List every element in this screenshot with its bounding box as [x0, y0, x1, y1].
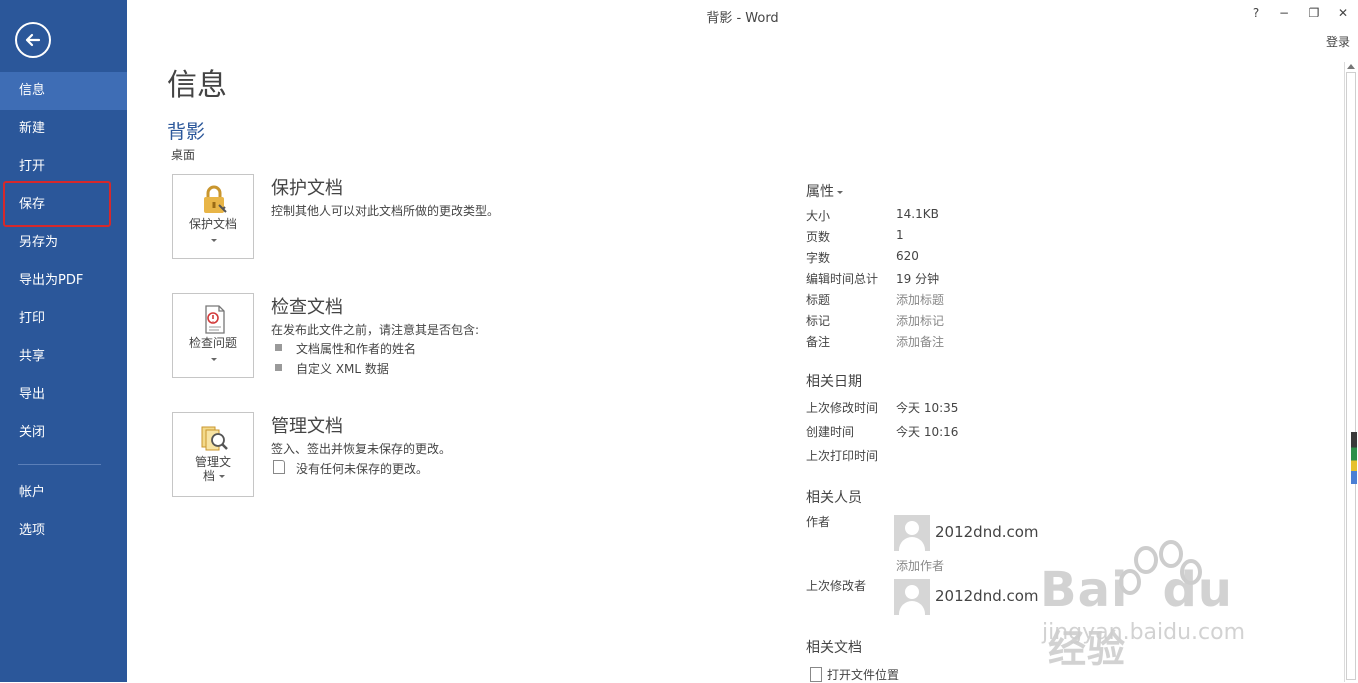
back-arrow-icon [25, 33, 41, 47]
prop-value-pages: 1 [896, 228, 904, 242]
date-value-modified: 今天 10:35 [896, 401, 959, 415]
check-issues-tile-label: 检查问题 [188, 336, 237, 350]
prop-label-pages: 页数 [806, 230, 831, 244]
author-avatar [894, 515, 930, 551]
date-label-printed: 上次打印时间 [806, 449, 879, 463]
manage-note: 没有任何未保存的更改。 [296, 462, 429, 476]
manage-versions-icon [201, 426, 228, 451]
last-modified-by-avatar [894, 579, 930, 615]
page-title: 信息 [167, 68, 227, 103]
check-issues-button[interactable]: 检查问题 [172, 293, 254, 378]
add-comments-field[interactable]: 添加备注 [896, 333, 944, 350]
nav-item-info[interactable]: 信息 [0, 72, 127, 110]
properties-heading: 属性 [806, 184, 834, 200]
manage-section-title: 管理文档 [271, 416, 343, 437]
manage-tile-label-line2: 档 [202, 469, 215, 483]
manage-tile-label-line1: 管理文 [194, 455, 231, 469]
author-name[interactable]: 2012dnd.com [935, 523, 1039, 541]
watermark-brand-part1: Bai [1040, 562, 1129, 618]
protect-document-button[interactable]: 保护文档 [172, 174, 254, 259]
nav-item-export-pdf[interactable]: 导出为PDF [0, 262, 127, 300]
vertical-scrollbar[interactable] [1344, 62, 1357, 682]
related-people-heading: 相关人员 [806, 490, 862, 506]
nav-divider [18, 464, 101, 465]
manage-section-desc: 签入、签出并恢复未保存的更改。 [271, 442, 452, 456]
chevron-down-icon [837, 190, 843, 194]
restore-button[interactable]: ❐ [1303, 3, 1325, 23]
protect-section-title: 保护文档 [271, 178, 343, 199]
add-tags-field[interactable]: 添加标记 [896, 312, 944, 329]
add-title-field[interactable]: 添加标题 [896, 291, 944, 308]
date-label-created: 创建时间 [806, 425, 855, 439]
nav-item-new[interactable]: 新建 [0, 110, 127, 148]
properties-dropdown[interactable]: 属性 [806, 181, 843, 201]
last-modified-by-label: 上次修改者 [806, 579, 867, 593]
watermark-brand-part2: du [1162, 562, 1233, 618]
nav-item-share[interactable]: 共享 [0, 338, 127, 376]
inspect-document-icon [205, 305, 225, 334]
date-value-created: 今天 10:16 [896, 425, 959, 439]
prop-label-comments: 备注 [806, 335, 831, 349]
inspect-bullet-1: 文档属性和作者的姓名 [296, 342, 417, 356]
nav-item-save-as[interactable]: 另存为 [0, 224, 127, 262]
nav-item-account[interactable]: 帐户 [0, 474, 127, 512]
unsaved-doc-icon [273, 460, 285, 474]
related-dates-heading: 相关日期 [806, 374, 862, 390]
nav-item-close[interactable]: 关闭 [0, 414, 127, 452]
inspect-bullet-2: 自定义 XML 数据 [296, 362, 389, 376]
prop-label-edit-time: 编辑时间总计 [806, 272, 879, 286]
close-button[interactable]: ✕ [1332, 3, 1354, 23]
prop-value-edit-time: 19 分钟 [896, 272, 940, 286]
title-bar: 背影 - Word ? − ❐ ✕ [127, 0, 1358, 30]
related-documents-heading: 相关文档 [806, 640, 862, 656]
prop-value-size: 14.1KB [896, 207, 939, 221]
backstage-sidebar: 信息 新建 打开 保存 另存为 导出为PDF 打印 共享 导出 关闭 帐户 选项 [0, 0, 127, 682]
help-button[interactable]: ? [1245, 3, 1267, 23]
dropdown-caret-icon [211, 358, 217, 361]
protect-tile-label: 保护文档 [188, 217, 237, 231]
dropdown-caret-icon [219, 475, 225, 478]
scroll-up-icon[interactable] [1347, 64, 1355, 69]
last-modified-by-name[interactable]: 2012dnd.com [935, 587, 1039, 605]
minimize-button[interactable]: − [1273, 3, 1295, 23]
prop-label-title: 标题 [806, 293, 831, 307]
open-file-location-link[interactable]: 打开文件位置 [827, 666, 899, 683]
inspect-section-desc: 在发布此文件之前，请注意其是否包含: [271, 323, 480, 337]
date-label-modified: 上次修改时间 [806, 401, 879, 415]
nav-item-print[interactable]: 打印 [0, 300, 127, 338]
scroll-thumb[interactable] [1346, 72, 1356, 680]
author-label: 作者 [806, 515, 831, 529]
nav-item-export[interactable]: 导出 [0, 376, 127, 414]
bullet-icon [275, 364, 282, 371]
scroll-color-marker [1351, 432, 1357, 484]
file-icon [810, 667, 822, 682]
watermark-brand: Bai du经验 [1040, 562, 1233, 674]
document-name: 背影 [167, 121, 206, 143]
nav-item-options[interactable]: 选项 [0, 512, 127, 550]
prop-label-size: 大小 [806, 209, 831, 223]
lock-icon [204, 185, 227, 213]
protect-section-desc: 控制其他人可以对此文档所做的更改类型。 [271, 204, 500, 218]
watermark-url: jingyan.baidu.com [1042, 620, 1246, 645]
sign-in-link[interactable]: 登录 [1326, 33, 1350, 50]
prop-label-tags: 标记 [806, 314, 831, 328]
prop-value-words: 620 [896, 249, 919, 263]
save-highlight-box [3, 181, 111, 227]
add-author-link[interactable]: 添加作者 [896, 557, 944, 574]
dropdown-caret-icon [211, 239, 217, 242]
window-title: 背影 - Word [706, 11, 779, 26]
prop-label-words: 字数 [806, 251, 831, 265]
document-location[interactable]: 桌面 [171, 146, 195, 163]
back-button[interactable] [15, 22, 51, 58]
bullet-icon [275, 344, 282, 351]
manage-document-button[interactable]: 管理文 档 [172, 412, 254, 497]
inspect-section-title: 检查文档 [271, 297, 343, 318]
